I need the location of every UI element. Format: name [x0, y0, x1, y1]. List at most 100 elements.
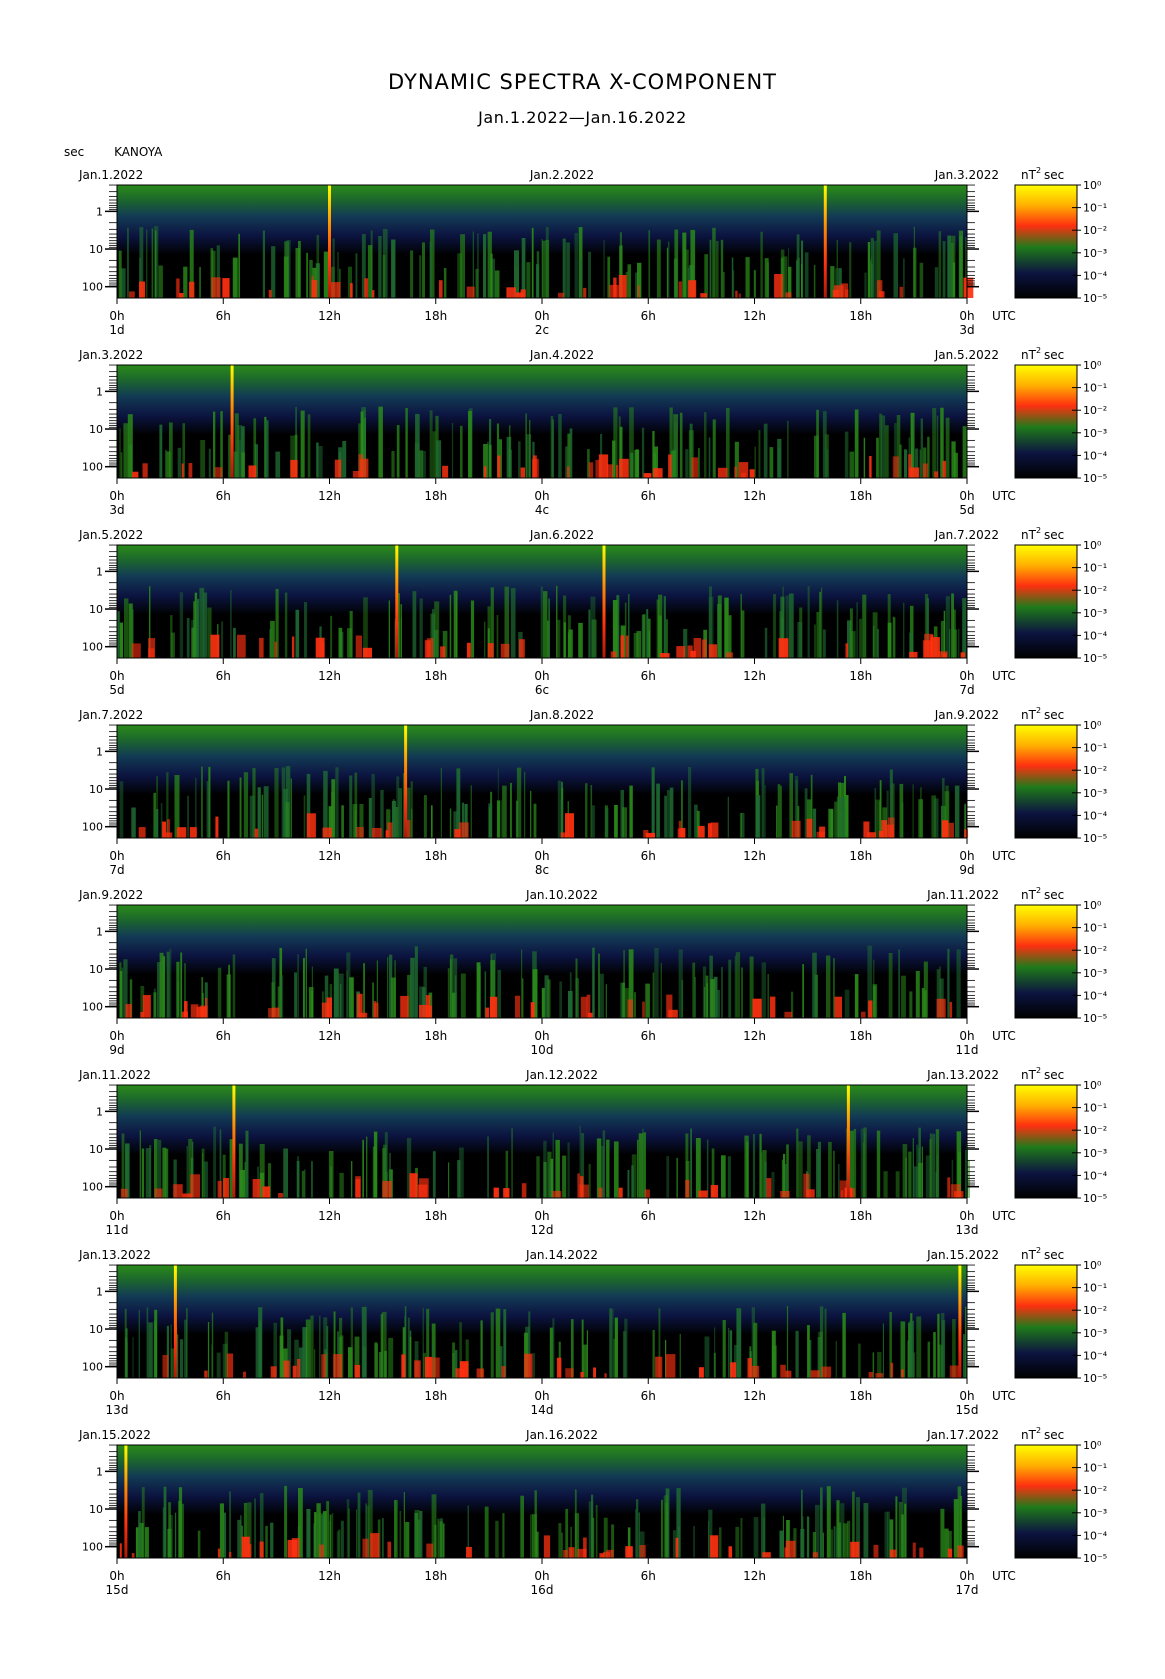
power-burst [426, 638, 434, 658]
activity-streak [724, 597, 729, 658]
activity-streak [806, 1516, 810, 1558]
activity-streak [521, 238, 526, 298]
activity-streak [695, 1138, 701, 1198]
activity-streak [637, 1139, 639, 1198]
activity-streak [562, 1155, 567, 1198]
power-burst [845, 289, 849, 298]
activity-streak [522, 978, 524, 1018]
activity-streak [722, 1320, 726, 1378]
colorbar-tick-label: 10⁰ [1083, 1439, 1102, 1452]
colorbar-tick-label: 10⁻³ [1083, 1507, 1107, 1520]
activity-streak [708, 437, 711, 478]
colorbar-tick-label: 10⁻¹ [1083, 922, 1107, 935]
power-burst [868, 1000, 873, 1018]
power-burst [431, 1357, 440, 1378]
activity-streak [439, 1521, 443, 1558]
x-tick-label: 12h [318, 1389, 341, 1403]
activity-streak [908, 1151, 912, 1198]
activity-streak [347, 628, 352, 658]
panel-date-right: Jan.15.2022 [926, 1248, 999, 1262]
day-label-mid: 6c [535, 683, 549, 697]
activity-streak [901, 1514, 904, 1558]
activity-streak [898, 949, 900, 1018]
power-burst [950, 1184, 961, 1198]
activity-streak [849, 242, 852, 298]
activity-streak [332, 1513, 334, 1558]
activity-streak [874, 788, 877, 838]
power-burst [162, 1355, 169, 1378]
power-burst [270, 1366, 277, 1378]
activity-streak [709, 239, 712, 298]
activity-streak [867, 242, 871, 298]
power-burst [949, 1001, 953, 1018]
day-label-mid: 4c [535, 503, 549, 517]
panel-date-mid: Jan.2.2022 [529, 168, 594, 182]
power-burst [215, 816, 219, 838]
power-burst [466, 286, 475, 298]
activity-streak [535, 1531, 539, 1558]
activity-streak [211, 1312, 214, 1378]
power-burst [957, 1545, 964, 1558]
activity-streak [183, 266, 188, 298]
activity-streak [342, 441, 347, 478]
activity-streak [552, 1318, 555, 1378]
x-tick-label: 6h [216, 849, 231, 863]
activity-streak [614, 805, 618, 838]
power-burst [226, 1353, 234, 1378]
power-burst [816, 831, 825, 838]
activity-streak [812, 808, 817, 838]
activity-streak [270, 620, 275, 658]
power-burst [868, 1372, 873, 1378]
activity-streak [633, 633, 639, 658]
activity-streak [318, 446, 323, 478]
activity-streak [297, 954, 299, 1018]
activity-streak [326, 1352, 328, 1378]
activity-streak [663, 596, 666, 658]
activity-streak [516, 767, 522, 838]
y-tick-label: 1 [96, 745, 103, 758]
activity-streak [575, 958, 578, 1018]
activity-streak [769, 447, 774, 478]
activity-streak [919, 262, 924, 298]
activity-streak [357, 1492, 361, 1558]
transient-spike [958, 1265, 962, 1378]
x-tick-label: 18h [424, 309, 447, 323]
activity-streak [761, 962, 766, 1018]
activity-streak [622, 982, 626, 1018]
power-burst [524, 1353, 533, 1378]
power-burst [947, 1177, 951, 1198]
activity-streak [879, 780, 882, 838]
power-burst [556, 1357, 562, 1378]
activity-streak [146, 1307, 149, 1378]
colorbar [1014, 904, 1078, 1019]
activity-streak [239, 777, 242, 838]
power-burst [943, 653, 947, 658]
activity-streak [336, 1531, 339, 1558]
power-burst [899, 286, 904, 298]
activity-streak [558, 414, 562, 478]
activity-streak [561, 1532, 563, 1558]
activity-streak [316, 442, 319, 478]
activity-streak [779, 1530, 784, 1558]
colorbar-tick-label: 10⁰ [1083, 179, 1102, 192]
activity-streak [838, 1163, 840, 1198]
activity-streak [415, 413, 420, 478]
x-tick-label: 0h [109, 669, 124, 683]
activity-streak [407, 1317, 410, 1378]
power-burst [566, 466, 570, 478]
activity-streak [490, 253, 493, 298]
y-tick-label: 1 [96, 1285, 103, 1298]
power-burst [259, 637, 264, 658]
power-burst [400, 995, 409, 1018]
day-label-right: 11d [956, 1043, 979, 1057]
activity-streak [340, 1520, 344, 1558]
activity-streak [460, 234, 465, 298]
x-tick-label: 12h [743, 849, 766, 863]
activity-streak [741, 967, 743, 1018]
activity-streak [149, 1145, 152, 1198]
activity-streak [854, 974, 859, 1018]
colorbar-tick-label: 10⁻³ [1083, 1147, 1107, 1160]
activity-streak [913, 247, 917, 298]
transient-spike [395, 545, 399, 658]
activity-streak [500, 800, 502, 838]
